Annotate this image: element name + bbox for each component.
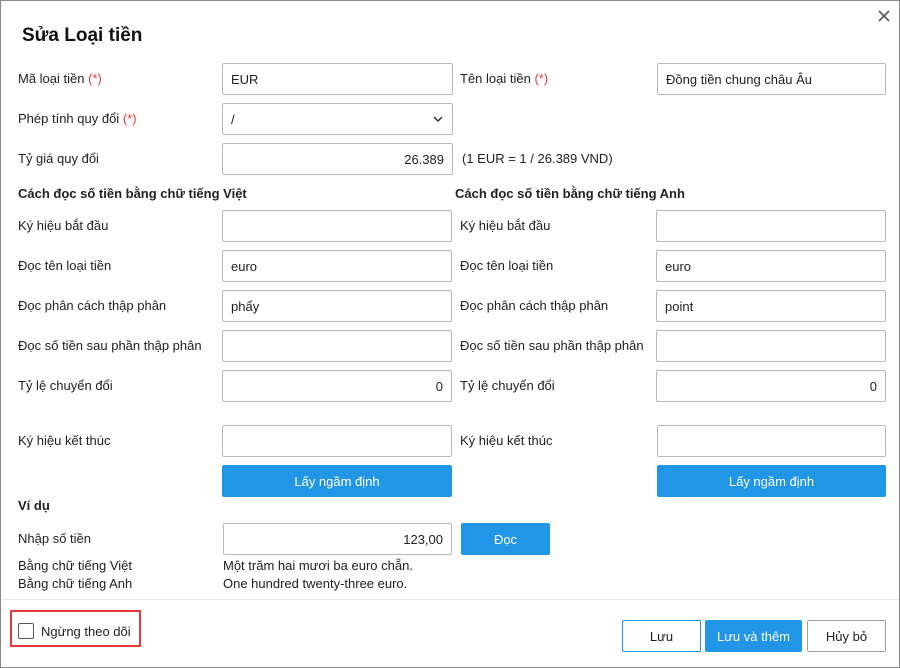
vi-currency-read-label: Đọc tên loại tiền bbox=[18, 258, 112, 273]
en-start-symbol-label: Ký hiệu bắt đầu bbox=[460, 218, 551, 233]
en-after-decimal-label: Đọc số tiền sau phần thập phân bbox=[460, 338, 644, 353]
conversion-op-label-text: Phép tính quy đổi bbox=[18, 111, 120, 126]
currency-name-label-text: Tên loại tiền bbox=[460, 71, 531, 86]
currency-code-label: Mã loại tiền (*) bbox=[18, 71, 102, 86]
save-and-add-button[interactable]: Lưu và thêm bbox=[705, 620, 802, 652]
en-words-label: Bằng chữ tiếng Anh bbox=[18, 576, 133, 591]
save-button[interactable]: Lưu bbox=[622, 620, 701, 652]
close-icon[interactable] bbox=[876, 8, 892, 24]
en-after-decimal-input[interactable] bbox=[656, 330, 886, 362]
vi-currency-read-input[interactable] bbox=[222, 250, 452, 282]
vi-words-label: Bằng chữ tiếng Việt bbox=[18, 558, 132, 573]
currency-name-input[interactable] bbox=[657, 63, 886, 95]
conversion-op-label: Phép tính quy đổi (*) bbox=[18, 111, 137, 126]
vi-end-symbol-label: Ký hiệu kết thúc bbox=[18, 433, 111, 448]
required-mark: (*) bbox=[122, 111, 137, 126]
example-heading: Ví dụ bbox=[18, 498, 50, 513]
en-start-symbol-input[interactable] bbox=[656, 210, 886, 242]
en-ratio-label: Tỷ lệ chuyển đổi bbox=[460, 378, 555, 393]
required-mark: (*) bbox=[88, 71, 102, 86]
english-section-heading: Cách đọc số tiền bằng chữ tiếng Anh bbox=[455, 186, 685, 201]
en-currency-read-label: Đọc tên loại tiền bbox=[460, 258, 554, 273]
read-button[interactable]: Đọc bbox=[461, 523, 550, 555]
vi-decimal-sep-label: Đọc phân cách thập phân bbox=[18, 298, 167, 313]
conversion-op-select[interactable]: / bbox=[222, 103, 453, 135]
exchange-rate-note: (1 EUR = 1 / 26.389 VND) bbox=[462, 151, 613, 166]
vi-after-decimal-label: Đọc số tiền sau phần thập phân bbox=[18, 338, 202, 353]
chevron-down-icon bbox=[433, 116, 443, 123]
en-ratio-input[interactable] bbox=[656, 370, 886, 402]
stop-tracking-label[interactable]: Ngừng theo dõi bbox=[41, 624, 131, 639]
edit-currency-dialog: Sửa Loại tiền Mã loại tiền (*) Tên loại … bbox=[0, 0, 900, 668]
en-default-button[interactable]: Lấy ngầm định bbox=[657, 465, 886, 497]
vi-ratio-label: Tỷ lệ chuyển đổi bbox=[18, 378, 113, 393]
vi-decimal-sep-input[interactable] bbox=[222, 290, 452, 322]
vi-ratio-input[interactable] bbox=[222, 370, 452, 402]
currency-code-input[interactable] bbox=[222, 63, 453, 95]
vi-start-symbol-input[interactable] bbox=[222, 210, 452, 242]
required-mark: (*) bbox=[534, 71, 549, 86]
en-end-symbol-label: Ký hiệu kết thúc bbox=[460, 433, 553, 448]
vi-words-text: Một trăm hai mươi ba euro chẵn. bbox=[223, 558, 413, 573]
conversion-op-value: / bbox=[231, 111, 235, 127]
footer-divider bbox=[1, 599, 899, 600]
currency-code-label-text: Mã loại tiền bbox=[18, 71, 85, 86]
stop-tracking-checkbox[interactable] bbox=[18, 623, 34, 639]
vi-default-button[interactable]: Lấy ngầm định bbox=[222, 465, 452, 497]
currency-name-label: Tên loại tiền (*) bbox=[460, 71, 548, 86]
exchange-rate-label: Tỷ giá quy đổi bbox=[18, 151, 99, 166]
amount-input[interactable] bbox=[223, 523, 452, 555]
en-words-text: One hundred twenty-three euro. bbox=[223, 576, 408, 591]
dialog-title: Sửa Loại tiền bbox=[22, 25, 143, 46]
amount-label: Nhập số tiền bbox=[18, 531, 91, 546]
cancel-button[interactable]: Hủy bỏ bbox=[807, 620, 886, 652]
en-end-symbol-input[interactable] bbox=[657, 425, 886, 457]
vi-start-symbol-label: Ký hiệu bắt đầu bbox=[18, 218, 109, 233]
exchange-rate-input[interactable] bbox=[222, 143, 453, 175]
vietnamese-section-heading: Cách đọc số tiền bằng chữ tiếng Việt bbox=[18, 186, 247, 201]
en-currency-read-input[interactable] bbox=[656, 250, 886, 282]
vi-end-symbol-input[interactable] bbox=[222, 425, 452, 457]
en-decimal-sep-input[interactable] bbox=[656, 290, 886, 322]
en-decimal-sep-label: Đọc phân cách thập phân bbox=[460, 298, 609, 313]
vi-after-decimal-input[interactable] bbox=[222, 330, 452, 362]
